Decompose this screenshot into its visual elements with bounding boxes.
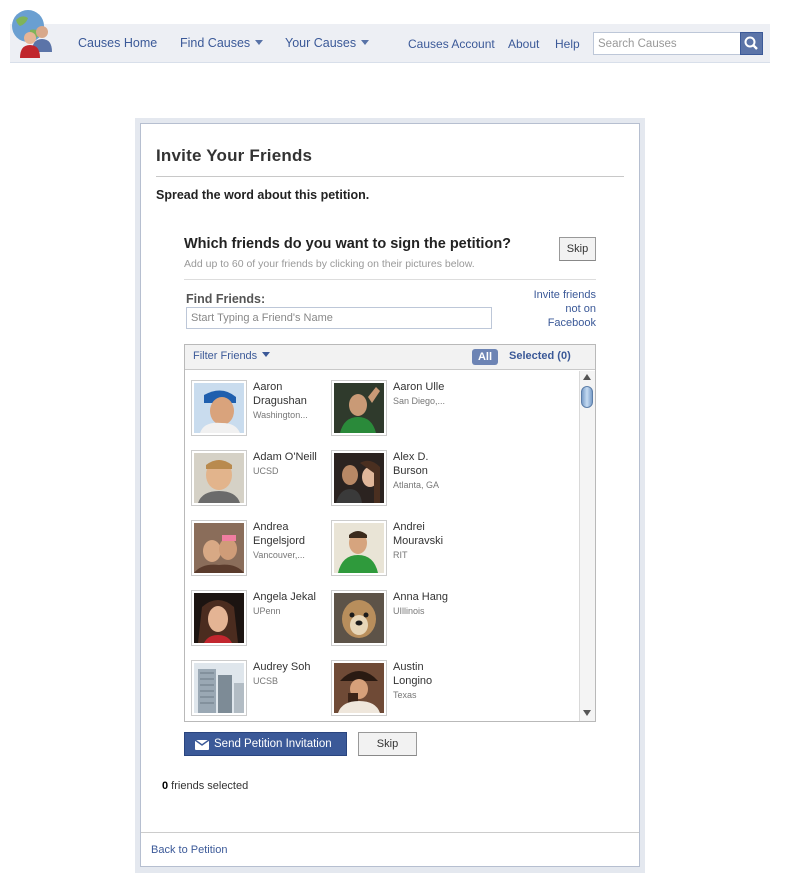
scroll-down-icon[interactable] (583, 710, 591, 716)
friend-network: UCSB (253, 676, 279, 686)
friend-tile[interactable]: Anna Hang UIllinois (331, 590, 461, 650)
friend-name: Austin Longino (393, 661, 433, 687)
friend-photo (331, 450, 387, 506)
nav-find-causes[interactable]: Find Causes (180, 36, 264, 50)
tab-all[interactable]: All (472, 349, 498, 365)
find-friends-input[interactable] (186, 307, 492, 329)
nav-causes-home[interactable]: Causes Home (78, 36, 157, 50)
friend-tile[interactable]: Aaron Ulle San Diego,... (331, 380, 461, 440)
friend-name: Aaron Ulle (393, 381, 445, 393)
chevron-down-icon (361, 40, 370, 45)
skip-button-bottom[interactable]: Skip (358, 732, 417, 756)
filter-friends-label: Filter Friends (193, 350, 258, 362)
friend-name: Anna Hang (393, 591, 449, 603)
friend-name: Audrey Soh (253, 661, 311, 673)
friend-photo (191, 380, 247, 436)
dialog-subtitle: Spread the word about this petition. (156, 188, 370, 202)
friend-network: RIT (393, 550, 408, 560)
skip-button[interactable]: Skip (559, 237, 596, 261)
send-button-label: Send Petition Invitation (214, 738, 332, 750)
friend-tile[interactable]: Adam O'Neill UCSD (191, 450, 321, 510)
friend-network: UIllinois (393, 606, 425, 616)
friend-network: Vancouver,... (253, 550, 305, 560)
nav-find-causes-label: Find Causes (180, 36, 251, 50)
nav-your-causes[interactable]: Your Causes (285, 36, 370, 50)
filter-friends-dropdown[interactable]: Filter Friends (193, 350, 271, 362)
friend-photo (331, 590, 387, 646)
search-icon (744, 36, 758, 50)
friend-network: UPenn (253, 606, 281, 616)
friend-network: UCSD (253, 466, 279, 476)
friend-tile[interactable]: Aaron Dragushan Washington... (191, 380, 321, 440)
chevron-down-icon (255, 40, 264, 45)
scroll-up-icon[interactable] (583, 374, 591, 380)
tab-selected[interactable]: Selected (0) (509, 350, 571, 362)
divider (141, 832, 639, 833)
friend-photo (191, 450, 247, 506)
search-input[interactable] (593, 32, 741, 55)
friend-photo (191, 590, 247, 646)
causes-logo-icon[interactable] (8, 8, 58, 58)
friend-name: Adam O'Neill (253, 451, 317, 463)
nav-causes-account[interactable]: Causes Account (408, 37, 495, 51)
friend-photo (191, 660, 247, 716)
friend-photo (331, 520, 387, 576)
friend-tile[interactable]: Andrei Mouravski RIT (331, 520, 461, 580)
friend-tile[interactable]: Angela Jekal UPenn (191, 590, 321, 650)
invite-non-facebook-link[interactable]: Invite friends not on Facebook (516, 288, 596, 330)
friend-name: Angela Jekal (253, 591, 316, 603)
nav-about[interactable]: About (508, 37, 539, 51)
friend-name: Andrea Engelsjord (253, 521, 305, 547)
friend-photo (331, 380, 387, 436)
nav-your-causes-label: Your Causes (285, 36, 357, 50)
friend-list-scrollbar[interactable] (579, 371, 595, 721)
friend-tile[interactable]: Audrey Soh UCSB (191, 660, 321, 720)
friend-network: Texas (393, 690, 417, 700)
dialog-title: Invite Your Friends (156, 146, 313, 165)
friend-tile[interactable]: Austin Longino Texas (331, 660, 461, 720)
back-to-petition-link[interactable]: Back to Petition (151, 844, 227, 856)
friend-network: Washington... (253, 410, 308, 420)
chevron-down-icon (262, 352, 271, 357)
scrollbar-thumb[interactable] (581, 386, 593, 408)
friend-name: Aaron Dragushan (253, 381, 307, 407)
invite-question: Which friends do you want to sign the pe… (184, 236, 512, 252)
friend-network: San Diego,... (393, 396, 446, 406)
invite-hint: Add up to 60 of your friends by clicking… (184, 258, 475, 270)
friend-tile[interactable]: Alex D. Burson Atlanta, GA (331, 450, 461, 510)
friend-photo (331, 660, 387, 716)
selected-count-suffix: friends selected (168, 780, 249, 792)
friend-network: Atlanta, GA (393, 480, 440, 490)
send-petition-invitation-button[interactable]: Send Petition Invitation (184, 732, 347, 756)
divider (156, 176, 624, 177)
find-friends-label: Find Friends: (186, 292, 266, 306)
friend-name: Alex D. Burson (393, 451, 429, 477)
friend-tile[interactable]: Andrea Engelsjord Vancouver,... (191, 520, 321, 580)
selected-count-text: 0 friends selected (162, 780, 248, 792)
divider (184, 279, 596, 280)
nav-help[interactable]: Help (555, 37, 580, 51)
friend-name: Andrei Mouravski (393, 521, 444, 547)
envelope-icon (195, 740, 209, 750)
search-button[interactable] (740, 32, 763, 55)
friend-photo (191, 520, 247, 576)
